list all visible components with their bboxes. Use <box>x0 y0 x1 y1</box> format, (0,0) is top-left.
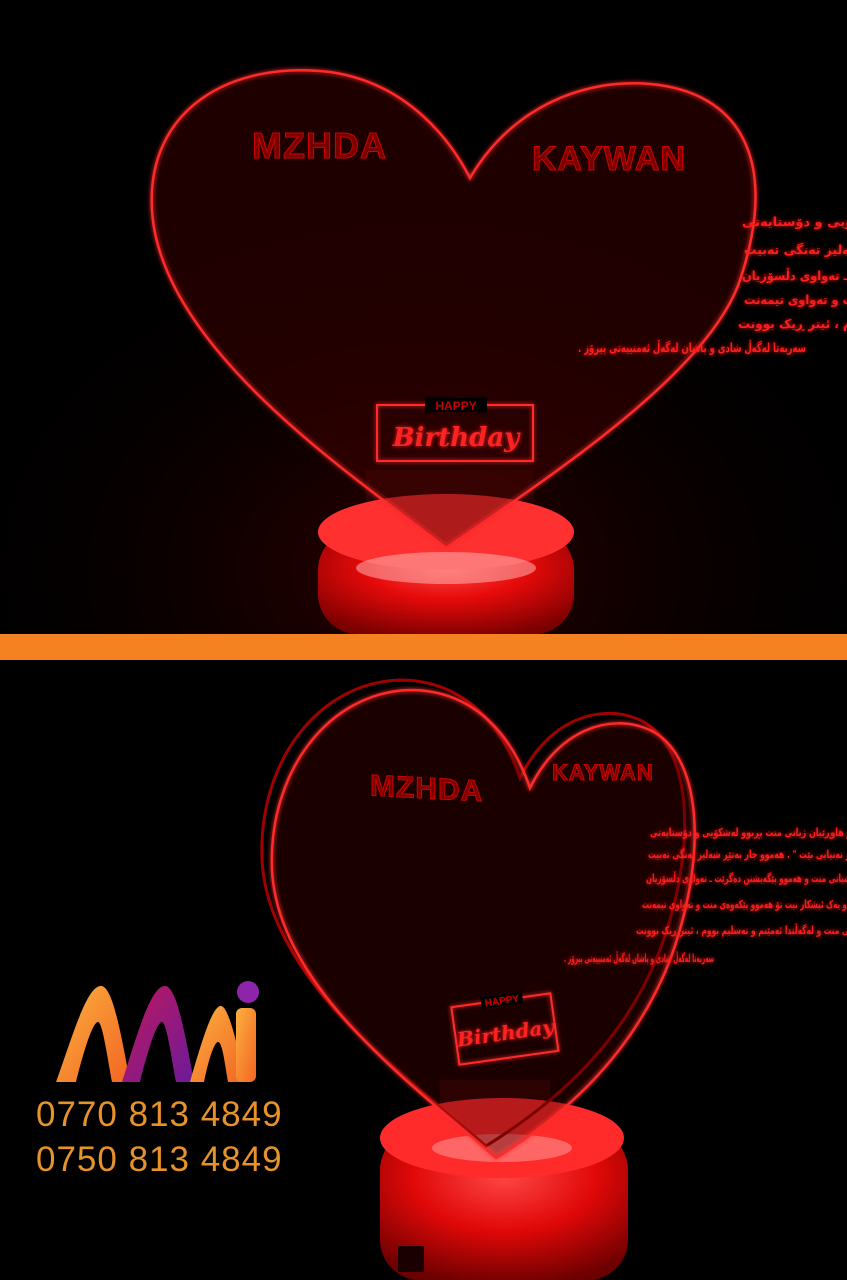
badge-birthday: Birthday <box>392 423 521 453</box>
message-line: ئەو ڕێگە ڕیبیتیس تاین تیدا هاتینە بوون و… <box>650 826 847 839</box>
orange-divider <box>0 634 847 660</box>
lamp-angled-illustration: MZHDA KAYWAN ئەو ڕێگە ڕیبیتیس تاین تیدا … <box>260 678 847 1280</box>
message-line: تۆ پەلەتش کەلی پێکەوەیمان بیت ـ ? تۆ ئەش… <box>646 871 847 885</box>
lamp-front-illustration: MZHDA KAYWAN ئەو ڕێگە ڕیبیتیس تاین تیدا … <box>0 0 847 634</box>
photo-lamp-front: MZHDA KAYWAN ئەو ڕێگە ڕیبیتیس تاین تیدا … <box>0 0 847 634</box>
message-line: و من ڕوو لە تۆ ئەکەم ـ گیانم گیانی منت و… <box>636 923 847 937</box>
mi-logo <box>56 981 259 1082</box>
name-left: MZHDA <box>252 125 387 166</box>
message-line: و ئێستا ریستنی و بەشتەبیرین بیت " پیرۆز … <box>744 242 847 257</box>
phone-number: 0750 813 4849 <box>36 1140 283 1179</box>
message-line: سەربەتا لەگەڵ شادی و پاشان لەگەڵ ئەمنییە… <box>564 951 714 965</box>
message-line: خۆشبەختی ـ تۆ یەک دڵێ و یەک هەستێ و یەک … <box>642 897 847 911</box>
name-right: KAYWAN <box>552 760 654 785</box>
phone-number: 0770 813 4849 <box>36 1095 283 1134</box>
name-left: MZHDA <box>370 769 483 808</box>
message-line: سەربەتا لەگەڵ شادی و پاشان لەگەڵ ئەمنییە… <box>578 339 806 355</box>
message-line: تۆ پەلەتش کەلی پێکەوەیمان بیت ـ ? تۆ ئەش… <box>742 268 847 283</box>
badge-happy: HAPPY <box>435 399 476 413</box>
message-line: خۆشبەختی ـ تۆ یەک دڵێ و یەک هەستێ و یەک … <box>744 292 847 307</box>
message-line: و من ڕوو لە تۆ ئەکەم ـ گیانم گیانی منت و… <box>738 316 847 332</box>
name-right: KAYWAN <box>532 140 686 178</box>
photo-lamp-angled: MZHDA KAYWAN ئەو ڕێگە ڕیبیتیس تاین تیدا … <box>0 660 847 1280</box>
message-line: و ئێستا ریستنی و بەشتەبیرین بیت " پیرۆز … <box>648 848 847 861</box>
message-line: ئەو ڕێگە ڕیبیتیس تاین تیدا هاتینە بوون و… <box>742 214 847 229</box>
